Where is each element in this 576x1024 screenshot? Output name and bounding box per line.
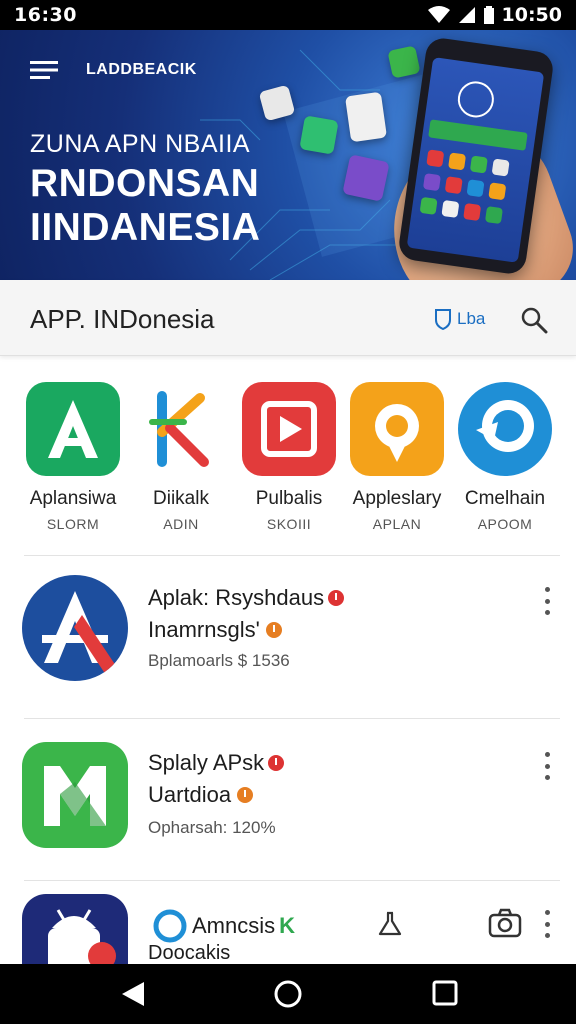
hero-banner[interactable]: LADDBEACIK ZUNA APN NBAIIA RNDONSAN IIND… — [0, 30, 576, 280]
letter-a-icon — [26, 382, 120, 476]
circle-logo-icon — [153, 909, 187, 943]
hamburger-menu-icon[interactable] — [30, 60, 58, 80]
status-icons: 10:50 — [427, 4, 562, 26]
list-item-title: Aplak: Rsyshdaus — [148, 585, 345, 611]
list-item-title-text: Aplak: Rsyshdaus — [148, 585, 325, 610]
featured-app-item[interactable]: Cmelhain APOOM — [450, 382, 560, 532]
play-icon — [242, 382, 336, 476]
divider — [24, 555, 560, 556]
list-item-subtitle: Inamrnsgls' — [148, 617, 282, 643]
list-item-subtitle: Doocakis — [148, 942, 230, 964]
page-title: APP. INDonesia — [30, 304, 215, 334]
info-badge-icon — [237, 787, 254, 803]
floating-app-tile — [387, 45, 421, 79]
location-pin-icon — [350, 382, 444, 476]
featured-apps-row: Aplansiwa SLORM Diikalk ADIN Pulbalis SK… — [0, 370, 576, 550]
featured-app-sub: APLAN — [372, 516, 422, 532]
list-item-title-suffix: K — [279, 913, 296, 938]
camera-icon[interactable] — [488, 908, 522, 938]
featured-app-item[interactable]: Appleslary APLAN — [342, 382, 452, 532]
letter-a-icon — [22, 575, 128, 681]
wifi-icon — [427, 6, 450, 23]
list-item[interactable]: Splaly APsk Uartdioa Opharsah: 120% — [0, 742, 576, 862]
featured-app-item[interactable]: Diikalk ADIN — [126, 382, 236, 532]
featured-app-sub: SKOIII — [266, 516, 312, 532]
list-item-title: Amncsis K — [152, 908, 295, 944]
banner-subtitle: ZUNA APN NBAIIA — [30, 130, 251, 158]
signal-icon — [458, 7, 475, 23]
floating-app-tile — [299, 115, 339, 155]
featured-app-item[interactable]: Aplansiwa SLORM — [18, 382, 128, 532]
chat-bubble-icon — [458, 382, 552, 476]
featured-app-name: Appleslary — [352, 488, 442, 509]
system-nav-bar — [0, 964, 576, 1024]
list-item-meta: Opharsah: 120% — [148, 818, 276, 837]
featured-app-name: Pulbalis — [255, 488, 323, 509]
status-bar: 16:30 10:50 — [0, 0, 576, 30]
floating-app-tile — [342, 154, 390, 202]
language-label: Lba — [457, 309, 486, 328]
status-time-right: 10:50 — [501, 4, 562, 26]
more-options-icon[interactable] — [538, 910, 556, 938]
list-item-subtitle: Uartdioa — [148, 782, 254, 808]
back-icon[interactable] — [120, 980, 146, 1008]
featured-app-sub: APOOM — [477, 516, 533, 532]
featured-app-sub: SLORM — [46, 516, 100, 532]
info-badge-icon — [265, 622, 282, 638]
phone-screen — [406, 57, 545, 263]
divider — [24, 880, 560, 881]
status-time-left: 16:30 — [14, 4, 77, 26]
list-item-title-text: Amncsis — [192, 913, 276, 938]
list-item-subtitle-text: Inamrnsgls' — [148, 617, 260, 642]
flask-icon[interactable] — [376, 910, 404, 938]
android-icon — [22, 894, 128, 964]
list-item[interactable]: Aplak: Rsyshdaus Inamrnsgls' Bplamoarls … — [0, 575, 576, 695]
featured-app-name: Cmelhain — [464, 488, 546, 509]
recents-icon[interactable] — [432, 980, 458, 1006]
banner-title-line2: IINDANESIA — [30, 206, 261, 249]
list-item-title: Splaly APsk — [148, 750, 285, 776]
featured-app-sub: ADIN — [163, 516, 199, 532]
app-screen: 16:30 10:50 LADDBEACIK ZUNA APN NBAIIA R… — [0, 0, 576, 1024]
more-options-icon[interactable] — [538, 752, 556, 780]
search-icon[interactable] — [520, 306, 548, 334]
banner-brand: LADDBEACIK — [86, 61, 197, 78]
featured-app-item[interactable]: Pulbalis SKOIII — [234, 382, 344, 532]
list-item-subtitle-text: Uartdioa — [148, 782, 232, 807]
language-selector[interactable]: Lba — [434, 308, 485, 330]
alert-badge-icon — [268, 755, 285, 771]
list-item-subtitle-text: Doocakis — [148, 942, 231, 964]
more-options-icon[interactable] — [538, 587, 556, 615]
top-app-bar: APP. INDonesia Lba — [0, 280, 576, 356]
floating-app-tile — [344, 91, 388, 143]
featured-app-name: Diikalk — [153, 488, 209, 509]
colorful-k-icon — [134, 382, 228, 476]
featured-app-name: Aplansiwa — [29, 488, 117, 509]
banner-title-line1: RNDONSAN — [30, 162, 260, 205]
home-icon[interactable] — [274, 980, 302, 1008]
divider — [24, 718, 560, 719]
alert-badge-icon — [328, 590, 345, 606]
list-item[interactable]: Amncsis K Doocakis — [0, 894, 576, 964]
letter-m-icon — [22, 742, 128, 848]
list-item-meta: Bplamoarls $ 1536 — [148, 651, 290, 670]
shield-icon — [435, 309, 451, 330]
battery-icon — [483, 6, 494, 24]
list-item-title-text: Splaly APsk — [148, 750, 265, 775]
